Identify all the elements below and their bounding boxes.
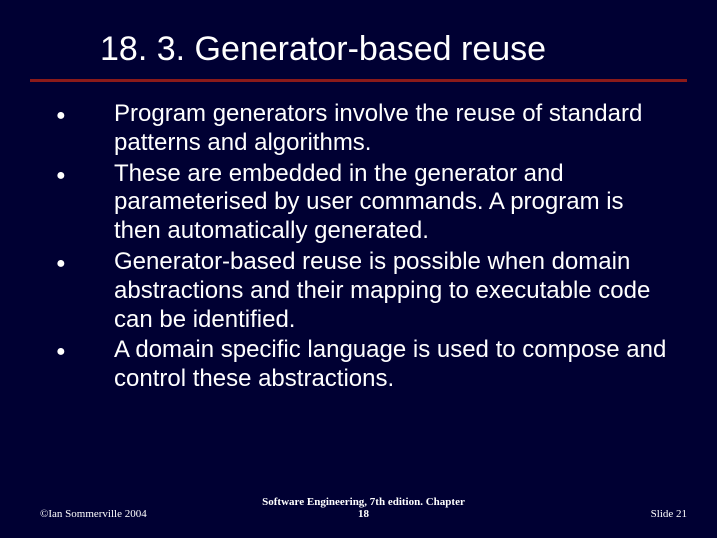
bullet-list: ● Program generators involve the reuse o… [50, 100, 667, 394]
list-item: ● These are embedded in the generator an… [50, 160, 667, 246]
bullet-icon: ● [50, 100, 114, 125]
bullet-icon: ● [50, 160, 114, 185]
bullet-text: These are embedded in the generator and … [114, 160, 667, 246]
bullet-icon: ● [50, 336, 114, 361]
list-item: ● A domain specific language is used to … [50, 336, 667, 394]
list-item: ● Generator-based reuse is possible when… [50, 248, 667, 334]
bullet-text: A domain specific language is used to co… [114, 336, 667, 394]
bullet-text: Program generators involve the reuse of … [114, 100, 667, 158]
bullet-text: Generator-based reuse is possible when d… [114, 248, 667, 334]
slide-container: 18. 3. Generator-based reuse ● Program g… [0, 0, 717, 538]
bullet-icon: ● [50, 248, 114, 273]
footer-slide-number: Slide 21 [471, 508, 687, 520]
footer-title: Software Engineering, 7th edition. Chapt… [256, 496, 472, 520]
list-item: ● Program generators involve the reuse o… [50, 100, 667, 158]
slide-title: 18. 3. Generator-based reuse [0, 0, 717, 79]
slide-body: ● Program generators involve the reuse o… [0, 82, 717, 394]
slide-footer: ©Ian Sommerville 2004 Software Engineeri… [0, 496, 717, 520]
footer-copyright: ©Ian Sommerville 2004 [40, 508, 256, 520]
